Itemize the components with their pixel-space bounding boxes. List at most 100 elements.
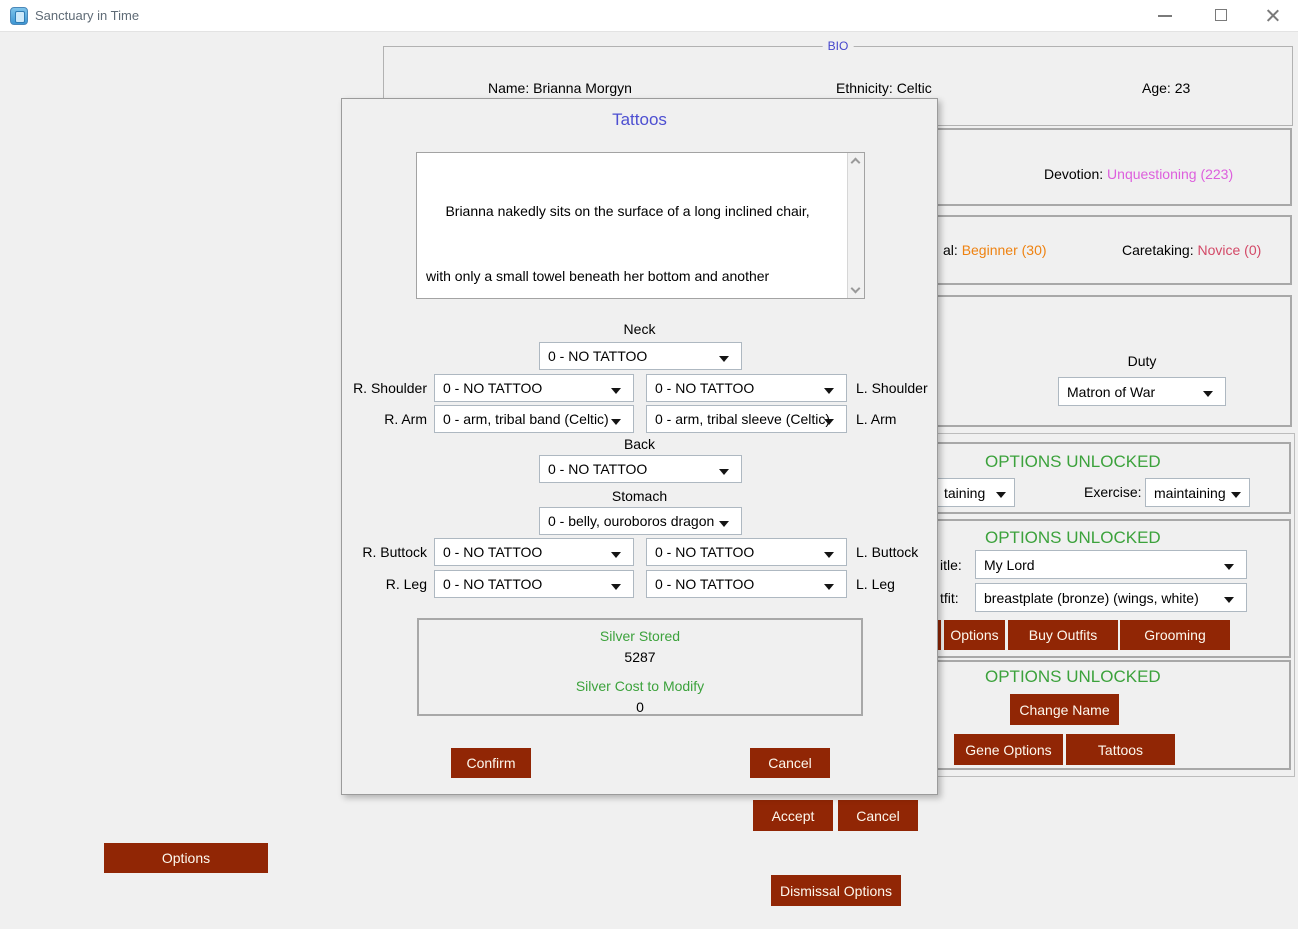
chevron-down-icon [824, 388, 834, 394]
silver-cost-label: Silver Cost to Modify [419, 678, 861, 694]
caretaking-skill-text: Caretaking: Novice (0) [1122, 242, 1261, 258]
description-line: with only a small towel beneath her bott… [426, 266, 843, 288]
chevron-down-icon [611, 388, 621, 394]
chevron-down-icon [824, 419, 834, 425]
grooming-button[interactable]: Grooming [1120, 620, 1230, 650]
l-arm-dropdown-value: 0 - arm, tribal sleeve (Celtic) [655, 411, 830, 427]
l-buttock-label: L. Buttock [856, 544, 918, 560]
r-arm-label: R. Arm [342, 411, 427, 427]
l-leg-dropdown-value: 0 - NO TATTOO [655, 576, 754, 592]
title-dropdown[interactable]: My Lord [975, 550, 1247, 579]
title-bar: Sanctuary in Time [0, 0, 1298, 32]
duty-dropdown-value: Matron of War [1067, 384, 1155, 400]
chevron-down-icon [996, 492, 1006, 498]
martial-label: al: [943, 242, 962, 258]
r-shoulder-dropdown[interactable]: 0 - NO TATTOO [434, 374, 634, 402]
silver-stored-label: Silver Stored [419, 628, 861, 644]
outfit-dropdown-value: breastplate (bronze) (wings, white) [984, 590, 1199, 606]
change-name-button[interactable]: Change Name [1010, 694, 1119, 725]
chevron-down-icon [1203, 391, 1213, 397]
r-shoulder-dropdown-value: 0 - NO TATTOO [443, 380, 542, 396]
devotion-text: Devotion: Unquestioning (223) [1044, 166, 1233, 182]
scrollbar[interactable] [847, 153, 864, 298]
duty-dropdown[interactable]: Matron of War [1058, 377, 1226, 406]
l-arm-label: L. Arm [856, 411, 896, 427]
r-buttock-dropdown[interactable]: 0 - NO TATTOO [434, 538, 634, 566]
chevron-down-icon [611, 419, 621, 425]
chevron-down-icon [1224, 564, 1234, 570]
l-buttock-dropdown-value: 0 - NO TATTOO [655, 544, 754, 560]
maximize-icon[interactable] [1215, 9, 1227, 21]
close-icon[interactable] [1265, 8, 1280, 23]
silver-cost-value: 0 [419, 699, 861, 715]
dismissal-options-button[interactable]: Dismissal Options [771, 875, 901, 906]
bio-ethnicity: Ethnicity: Celtic [836, 80, 932, 96]
scroll-up-icon[interactable] [851, 158, 861, 168]
r-leg-label: R. Leg [342, 576, 427, 592]
exercise-label: Exercise: [1084, 484, 1142, 500]
neck-dropdown[interactable]: 0 - NO TATTOO [539, 342, 742, 370]
neck-dropdown-value: 0 - NO TATTOO [548, 348, 647, 364]
description-line: Brianna nakedly sits on the surface of a… [426, 201, 843, 223]
tattoos-dialog: Tattoos Brianna nakedly sits on the surf… [341, 98, 938, 795]
bio-age: Age: 23 [1142, 80, 1190, 96]
stomach-dropdown[interactable]: 0 - belly, ouroboros dragon [539, 507, 742, 535]
confirm-button[interactable]: Confirm [451, 748, 531, 778]
buy-outfits-button[interactable]: Buy Outfits [1008, 620, 1118, 650]
r-shoulder-label: R. Shoulder [342, 380, 427, 396]
devotion-label: Devotion: [1044, 166, 1107, 182]
silver-stored-value: 5287 [419, 649, 861, 665]
chevron-down-icon [1224, 597, 1234, 603]
app-icon [10, 7, 28, 25]
title-dropdown-value: My Lord [984, 557, 1035, 573]
outfit-label: tfit: [940, 590, 959, 606]
l-buttock-dropdown[interactable]: 0 - NO TATTOO [646, 538, 847, 566]
minimize-icon[interactable] [1158, 15, 1172, 17]
unlock3-header: OPTIONS UNLOCKED [985, 667, 1145, 687]
chevron-down-icon [719, 521, 729, 527]
chevron-down-icon [824, 584, 834, 590]
options-partial-button[interactable]: Options [944, 620, 1005, 650]
dialog-cancel-button[interactable]: Cancel [750, 748, 830, 778]
martial-skill-text: al: Beginner (30) [943, 242, 1047, 258]
bio-legend: BIO [823, 39, 854, 53]
gene-options-button[interactable]: Gene Options [954, 734, 1063, 765]
title-label: itle: [940, 557, 962, 573]
chevron-down-icon [611, 584, 621, 590]
l-leg-dropdown[interactable]: 0 - NO TATTOO [646, 570, 847, 598]
neck-label: Neck [342, 321, 937, 337]
chevron-down-icon [719, 356, 729, 362]
description-text: Brianna nakedly sits on the surface of a… [417, 153, 847, 298]
silver-box: Silver Stored 5287 Silver Cost to Modify… [417, 618, 863, 716]
r-leg-dropdown[interactable]: 0 - NO TATTOO [434, 570, 634, 598]
exercise-dropdown[interactable]: maintaining [1145, 478, 1250, 507]
r-leg-dropdown-value: 0 - NO TATTOO [443, 576, 542, 592]
r-arm-dropdown-value: 0 - arm, tribal band (Celtic) [443, 411, 609, 427]
back-dropdown[interactable]: 0 - NO TATTOO [539, 455, 742, 483]
accept-button[interactable]: Accept [753, 800, 833, 831]
chevron-down-icon [824, 552, 834, 558]
chevron-down-icon [611, 552, 621, 558]
l-arm-dropdown[interactable]: 0 - arm, tribal sleeve (Celtic) [646, 405, 847, 433]
tattoos-button[interactable]: Tattoos [1066, 734, 1175, 765]
options-button[interactable]: Options [104, 843, 268, 873]
l-shoulder-dropdown[interactable]: 0 - NO TATTOO [646, 374, 847, 402]
l-shoulder-label: L. Shoulder [856, 380, 928, 396]
diet-dropdown-value: taining [944, 485, 985, 501]
chevron-down-icon [1231, 492, 1241, 498]
outfit-dropdown[interactable]: breastplate (bronze) (wings, white) [975, 583, 1247, 612]
cancel-button[interactable]: Cancel [838, 800, 918, 831]
back-dropdown-value: 0 - NO TATTOO [548, 461, 647, 477]
r-buttock-label: R. Buttock [342, 544, 427, 560]
scroll-down-icon[interactable] [851, 284, 861, 294]
exercise-dropdown-value: maintaining [1154, 485, 1226, 501]
dialog-title: Tattoos [342, 110, 937, 130]
stomach-dropdown-value: 0 - belly, ouroboros dragon [548, 513, 714, 529]
r-arm-dropdown[interactable]: 0 - arm, tribal band (Celtic) [434, 405, 634, 433]
r-buttock-dropdown-value: 0 - NO TATTOO [443, 544, 542, 560]
l-shoulder-dropdown-value: 0 - NO TATTOO [655, 380, 754, 396]
devotion-value: Unquestioning (223) [1107, 166, 1233, 182]
caretaking-value: Novice (0) [1197, 242, 1261, 258]
l-leg-label: L. Leg [856, 576, 895, 592]
caretaking-label: Caretaking: [1122, 242, 1197, 258]
